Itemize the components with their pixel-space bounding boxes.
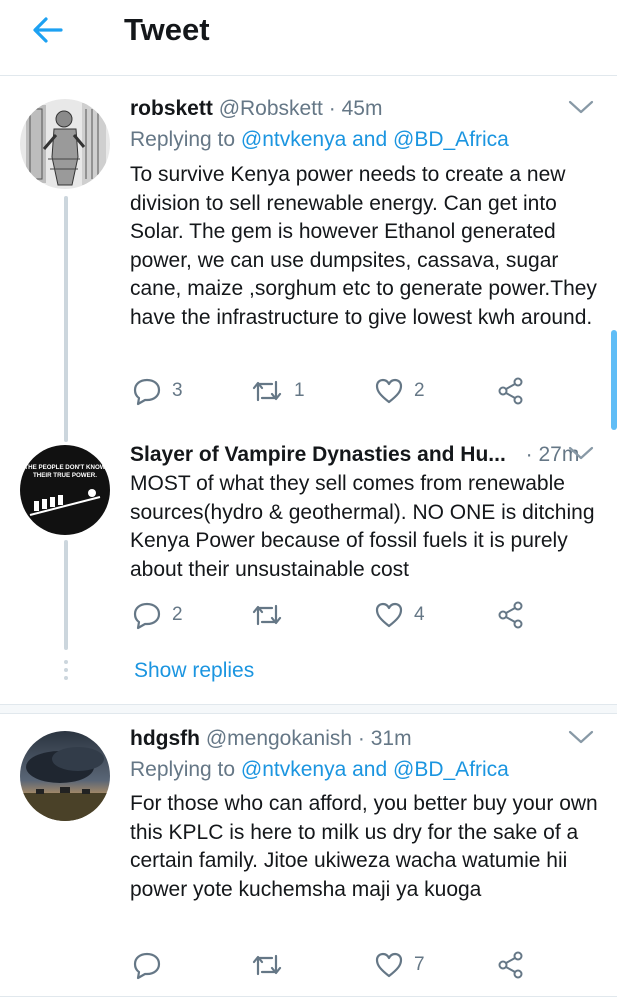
replying-prefix: Replying to xyxy=(130,758,236,781)
user-handle[interactable]: @Robskett xyxy=(219,97,323,120)
app-header: Tweet xyxy=(0,0,617,76)
like-count: 7 xyxy=(414,954,425,975)
tweet-header: hdgsfh @mengokanish · 31m xyxy=(130,725,412,753)
page-title: Tweet xyxy=(124,12,210,47)
replying-prefix: Replying to xyxy=(130,128,236,151)
tweet-text: For those who can afford, you better buy… xyxy=(130,792,598,901)
replying-and[interactable]: and xyxy=(352,128,387,151)
tweet-actions: 2 4 xyxy=(130,600,550,630)
user-handle[interactable]: @mengokanish xyxy=(206,727,352,750)
avatar-caption-line1: THE PEOPLE DON'T KNOW xyxy=(24,464,105,471)
like-button[interactable]: 4 xyxy=(374,600,425,630)
retweet-icon xyxy=(252,380,282,402)
scrollbar[interactable] xyxy=(611,330,617,430)
like-button[interactable]: 7 xyxy=(374,950,425,980)
chevron-down-icon[interactable] xyxy=(568,99,598,119)
retweet-button[interactable] xyxy=(250,600,294,630)
like-button[interactable]: 2 xyxy=(374,376,425,406)
section-divider xyxy=(0,704,617,714)
share-icon xyxy=(498,377,523,405)
tweet-header: Slayer of Vampire Dynasties and Hu... · … xyxy=(130,441,579,469)
timestamp[interactable]: 31m xyxy=(371,727,412,750)
thread-dots xyxy=(64,660,68,684)
chevron-down-icon[interactable] xyxy=(568,729,598,749)
display-name[interactable]: hdgsfh xyxy=(130,727,200,750)
heart-icon xyxy=(375,952,403,978)
tweet-actions: 7 xyxy=(130,950,550,980)
avatar-caption-line2: THEIR TRUE POWER. xyxy=(33,472,97,479)
heart-icon xyxy=(375,378,403,404)
reply-button[interactable] xyxy=(132,950,172,980)
replying-to: Replying to @ntvkenya and @BD_Africa xyxy=(130,126,509,154)
share-icon xyxy=(498,601,523,629)
chevron-down-icon[interactable] xyxy=(568,445,598,465)
reply-count: 2 xyxy=(172,604,183,625)
mention-link[interactable]: @BD_Africa xyxy=(393,128,509,151)
reply-icon xyxy=(133,378,161,406)
bottom-divider xyxy=(0,996,617,997)
avatar[interactable]: THE PEOPLE DON'T KNOW THEIR TRUE POWER. xyxy=(20,445,110,535)
retweet-button[interactable] xyxy=(250,950,294,980)
mention-link[interactable]: @BD_Africa xyxy=(393,758,509,781)
tweet-actions: 3 1 2 xyxy=(130,376,550,406)
heart-icon xyxy=(375,602,403,628)
thread-connector xyxy=(64,540,68,650)
share-button[interactable] xyxy=(496,950,526,980)
separator: · xyxy=(328,97,336,120)
display-name[interactable]: robskett xyxy=(130,97,213,120)
reply-icon xyxy=(133,952,161,980)
reply-button[interactable]: 2 xyxy=(132,600,183,630)
tweet-text: MOST of what they sell comes from renewa… xyxy=(130,472,595,581)
like-count: 4 xyxy=(414,604,425,625)
avatar[interactable] xyxy=(20,731,110,821)
separator: · xyxy=(525,443,533,466)
share-button[interactable] xyxy=(496,376,526,406)
reply-button[interactable]: 3 xyxy=(132,376,183,406)
tweet-text: To survive Kenya power needs to create a… xyxy=(130,163,597,329)
tweet-header: robskett @Robskett · 45m xyxy=(130,95,382,123)
retweet-icon xyxy=(252,604,282,626)
thread-connector xyxy=(64,196,68,442)
show-replies-link[interactable]: Show replies xyxy=(134,657,254,685)
back-arrow-icon[interactable] xyxy=(28,10,68,50)
mention-link[interactable]: @ntvkenya xyxy=(241,758,346,781)
separator: · xyxy=(357,727,365,750)
retweet-button[interactable]: 1 xyxy=(250,376,305,406)
replying-and[interactable]: and xyxy=(352,758,387,781)
retweet-icon xyxy=(252,954,282,976)
reply-icon xyxy=(133,602,161,630)
replying-to: Replying to @ntvkenya and @BD_Africa xyxy=(130,756,509,784)
avatar[interactable] xyxy=(20,99,110,189)
mention-link[interactable]: @ntvkenya xyxy=(241,128,346,151)
reply-count: 3 xyxy=(172,380,183,401)
share-button[interactable] xyxy=(496,600,526,630)
timestamp[interactable]: 45m xyxy=(342,97,383,120)
retweet-count: 1 xyxy=(294,380,305,401)
like-count: 2 xyxy=(414,380,425,401)
display-name[interactable]: Slayer of Vampire Dynasties and Hu... xyxy=(130,443,506,466)
share-icon xyxy=(498,951,523,979)
